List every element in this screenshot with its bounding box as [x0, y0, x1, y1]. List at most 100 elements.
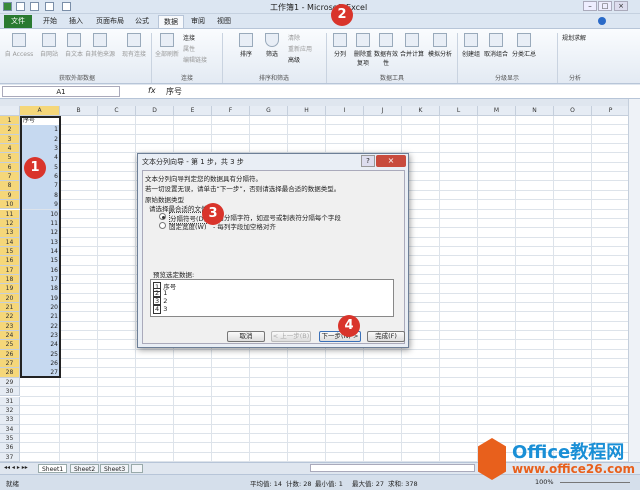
- from-web-button[interactable]: 自网站: [36, 33, 62, 58]
- column-header-J[interactable]: J: [364, 106, 402, 116]
- select-all-corner[interactable]: [0, 106, 20, 116]
- remove-duplicates-button[interactable]: 删除重复项: [352, 33, 374, 67]
- fixed-width-radio[interactable]: [159, 222, 166, 229]
- save-icon[interactable]: [16, 2, 25, 11]
- column-header-P[interactable]: P: [592, 106, 628, 116]
- row-header[interactable]: 25: [0, 340, 20, 350]
- formula-input[interactable]: 序号: [166, 86, 182, 97]
- row-header[interactable]: 36: [0, 443, 20, 453]
- redo-icon[interactable]: [45, 2, 54, 11]
- close-button[interactable]: ×: [614, 1, 628, 11]
- sheet-nav-arrows[interactable]: ◂◂ ◂ ▸ ▸▸: [4, 464, 28, 471]
- tab-insert[interactable]: 插入: [64, 15, 88, 28]
- back-button[interactable]: < 上一步(B): [271, 331, 311, 342]
- row-header[interactable]: 7: [0, 172, 20, 182]
- filter-button[interactable]: 筛选: [262, 33, 282, 58]
- sort-button[interactable]: 排序: [236, 33, 256, 58]
- refresh-all-button[interactable]: 全部刷新: [153, 33, 181, 58]
- data-validation-button[interactable]: 数据有效性: [374, 33, 398, 67]
- delimited-radio[interactable]: [159, 213, 166, 220]
- row-header[interactable]: 21: [0, 303, 20, 313]
- solver-button[interactable]: 规划求解: [562, 33, 586, 42]
- tab-home[interactable]: 开始: [38, 15, 62, 28]
- row-header[interactable]: 32: [0, 405, 20, 416]
- tab-file[interactable]: 文件: [4, 15, 32, 28]
- vertical-scrollbar[interactable]: [628, 99, 640, 462]
- column-header-L[interactable]: L: [440, 106, 478, 116]
- from-access-button[interactable]: 自 Access: [4, 33, 34, 58]
- row-header[interactable]: 30: [0, 387, 20, 397]
- reapply-button[interactable]: 重新应用: [288, 44, 312, 53]
- row-header[interactable]: 33: [0, 415, 20, 425]
- name-box[interactable]: A1: [2, 86, 120, 97]
- what-if-analysis-button[interactable]: 模拟分析: [426, 33, 454, 58]
- row-header[interactable]: 13: [0, 228, 20, 238]
- zoom-slider[interactable]: [560, 482, 630, 483]
- finish-button[interactable]: 完成(F): [367, 331, 405, 342]
- sheet-tab-1[interactable]: Sheet1: [38, 464, 68, 473]
- existing-connections-button[interactable]: 现有连接: [120, 33, 148, 58]
- row-header[interactable]: 6: [0, 162, 20, 173]
- column-header-F[interactable]: F: [212, 106, 250, 116]
- minimize-button[interactable]: –: [583, 1, 597, 11]
- row-header[interactable]: 4: [0, 144, 20, 154]
- from-other-sources-button[interactable]: 自其他来源: [84, 33, 116, 58]
- column-header-A[interactable]: A: [20, 106, 60, 116]
- tab-formulas[interactable]: 公式: [130, 15, 154, 28]
- row-header[interactable]: 16: [0, 256, 20, 266]
- row-header[interactable]: 2: [0, 125, 20, 135]
- properties-button[interactable]: 属性: [183, 44, 195, 53]
- row-header[interactable]: 31: [0, 396, 20, 406]
- row-header[interactable]: 8: [0, 181, 20, 191]
- column-header-E[interactable]: E: [174, 106, 212, 116]
- column-header-D[interactable]: D: [136, 106, 174, 116]
- row-header[interactable]: 17: [0, 265, 20, 275]
- row-header[interactable]: 20: [0, 293, 20, 303]
- column-header-B[interactable]: B: [60, 106, 98, 116]
- row-header[interactable]: 26: [0, 349, 20, 360]
- column-header-N[interactable]: N: [516, 106, 554, 116]
- row-header[interactable]: 1: [0, 116, 20, 126]
- dialog-help-button[interactable]: ?: [361, 155, 375, 167]
- column-header-H[interactable]: H: [288, 106, 326, 116]
- row-header[interactable]: 29: [0, 377, 20, 388]
- from-text-button[interactable]: 自文本: [62, 33, 86, 58]
- row-header[interactable]: 12: [0, 218, 20, 229]
- row-header[interactable]: 9: [0, 190, 20, 201]
- insert-function-button[interactable]: fx: [148, 86, 156, 95]
- row-header[interactable]: 18: [0, 274, 20, 285]
- row-header[interactable]: 11: [0, 209, 20, 219]
- row-header[interactable]: 19: [0, 284, 20, 294]
- column-header-K[interactable]: K: [402, 106, 440, 116]
- sheet-tab-2[interactable]: Sheet2: [70, 464, 100, 473]
- connections-button[interactable]: 连接: [183, 33, 195, 42]
- fixed-width-label[interactable]: 固定宽度(W): [169, 221, 207, 231]
- row-header[interactable]: 34: [0, 424, 20, 434]
- sheet-tab-3[interactable]: Sheet3: [100, 464, 130, 473]
- row-header[interactable]: 23: [0, 321, 20, 332]
- column-header-I[interactable]: I: [326, 106, 364, 116]
- consolidate-button[interactable]: 合并计算: [398, 33, 426, 58]
- horizontal-scrollbar[interactable]: [310, 464, 475, 472]
- row-header[interactable]: 22: [0, 312, 20, 322]
- maximize-button[interactable]: □: [598, 1, 612, 11]
- dialog-close-button[interactable]: ×: [376, 155, 406, 167]
- tab-page-layout[interactable]: 页面布局: [92, 15, 128, 28]
- subtotal-button[interactable]: 分类汇总: [510, 33, 538, 58]
- row-header[interactable]: 15: [0, 246, 20, 257]
- row-header[interactable]: 14: [0, 237, 20, 247]
- group-button[interactable]: 创建组: [460, 33, 482, 58]
- cancel-button[interactable]: 取消: [227, 331, 265, 342]
- row-header[interactable]: 35: [0, 433, 20, 444]
- row-header[interactable]: 28: [0, 368, 20, 378]
- advanced-button[interactable]: 高级: [288, 55, 300, 64]
- row-header[interactable]: 27: [0, 359, 20, 369]
- row-header[interactable]: 37: [0, 452, 20, 462]
- clear-button[interactable]: 清除: [288, 33, 300, 42]
- column-header-O[interactable]: O: [554, 106, 592, 116]
- edit-links-button[interactable]: 编辑链接: [183, 55, 207, 64]
- tab-data[interactable]: 数据: [158, 15, 184, 28]
- row-header[interactable]: 24: [0, 331, 20, 341]
- ungroup-button[interactable]: 取消组合: [482, 33, 510, 58]
- help-icon[interactable]: [598, 17, 606, 25]
